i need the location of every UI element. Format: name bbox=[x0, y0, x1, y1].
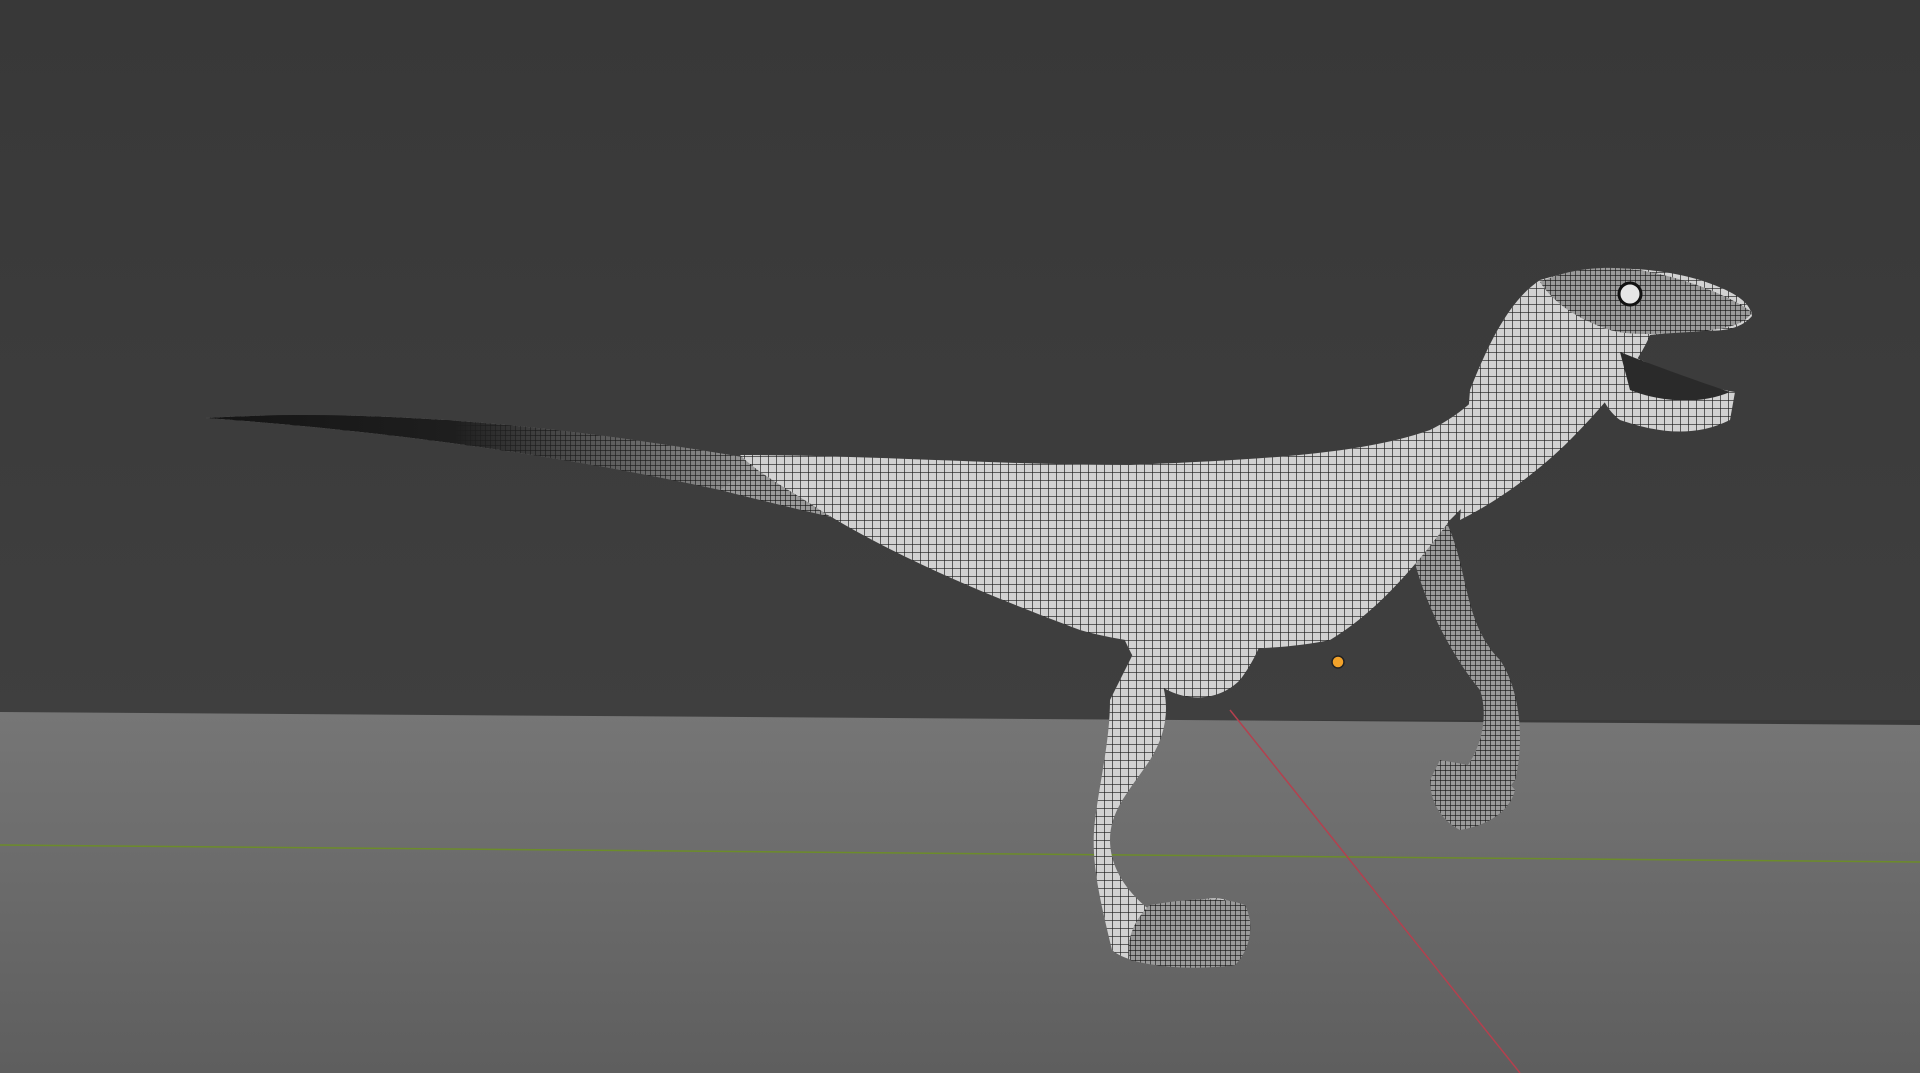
raptor-eye bbox=[1617, 281, 1643, 307]
object-origin[interactable] bbox=[1331, 655, 1345, 669]
raptor-near-foot bbox=[1128, 899, 1251, 968]
3d-viewport[interactable] bbox=[0, 0, 1920, 1073]
viewport-scene[interactable] bbox=[0, 0, 1920, 1073]
floor-plane bbox=[0, 712, 1920, 1073]
